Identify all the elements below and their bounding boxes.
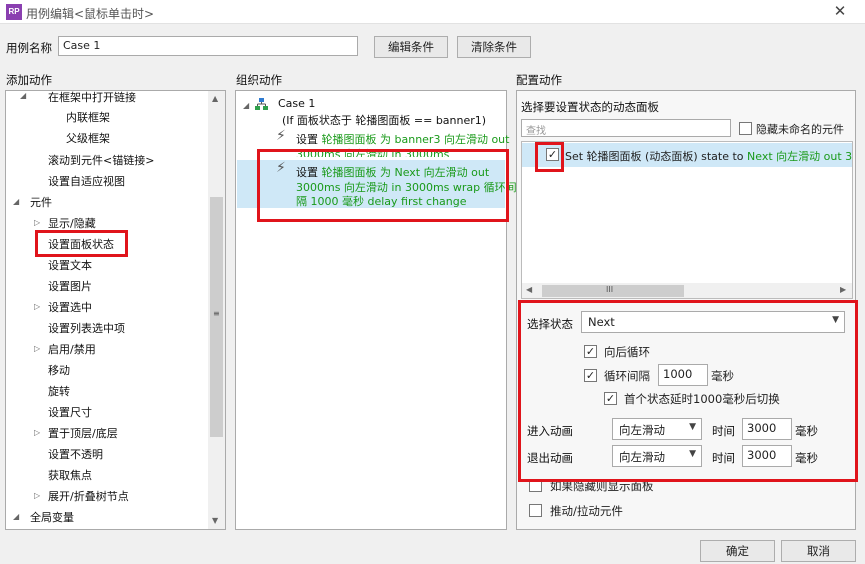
tree-item-inline-frame[interactable]: 内联框架: [66, 109, 110, 125]
tree-item-bring-front-back[interactable]: 置于顶层/底层: [48, 425, 118, 441]
hide-unnamed-checkbox[interactable]: [739, 122, 752, 135]
select-panel-label: 选择要设置状态的动态面板: [521, 100, 659, 114]
collapse-triangle-icon[interactable]: ▷: [34, 491, 40, 500]
collapse-triangle-icon[interactable]: ▷: [34, 218, 40, 227]
app-logo-icon: RP: [6, 4, 22, 20]
grip-icon: III: [606, 285, 614, 294]
add-action-tree[interactable]: ◢ 在框架中打开链接 内联框架 父级框架 滚动到元件<锚链接> 设置自适应视图 …: [5, 90, 226, 530]
case-title[interactable]: Case 1: [278, 97, 315, 110]
organize-action-header: 组织动作: [236, 73, 282, 87]
clear-condition-button[interactable]: 清除条件: [457, 36, 531, 58]
action-1-line-1[interactable]: 设置 轮播图面板 为 banner3 向左滑动 out: [296, 131, 509, 147]
vertical-scrollbar[interactable]: ▲ ≡ ▼: [208, 91, 225, 529]
collapse-triangle-icon[interactable]: ▷: [34, 428, 40, 437]
window-title: 用例编辑<鼠标单击时>: [26, 7, 155, 21]
tree-item-rotate[interactable]: 旋转: [48, 383, 70, 399]
scroll-down-icon[interactable]: ▼: [212, 516, 218, 525]
tree-item-set-list-selected[interactable]: 设置列表选中项: [48, 320, 125, 336]
scroll-up-icon[interactable]: ▲: [212, 94, 218, 103]
tree-item-set-text[interactable]: 设置文本: [48, 257, 92, 273]
expand-triangle-icon[interactable]: ◢: [243, 101, 249, 110]
add-action-header: 添加动作: [6, 73, 52, 87]
scroll-right-icon[interactable]: ▶: [840, 285, 846, 294]
case-name-input[interactable]: Case 1: [58, 36, 358, 56]
scroll-left-icon[interactable]: ◀: [526, 285, 532, 294]
tree-item-parent-frame[interactable]: 父级框架: [66, 130, 110, 146]
dynamic-panel-row-text: Set 轮播图面板 (动态面板) state to Next 向左滑动 out …: [565, 150, 853, 163]
case-name-label: 用例名称: [6, 41, 52, 55]
close-icon[interactable]: ✕: [830, 2, 850, 20]
tree-item-open-in-frame[interactable]: 在框架中打开链接: [48, 89, 136, 105]
highlight-state-config: [518, 300, 858, 482]
grip-icon: ≡: [213, 309, 220, 318]
ok-button[interactable]: 确定: [700, 540, 775, 562]
tree-item-set-selected[interactable]: 设置选中: [48, 299, 92, 315]
tree-item-move[interactable]: 移动: [48, 362, 70, 378]
push-pull-label: 推动/拉动元件: [550, 504, 623, 518]
case-condition: (If 面板状态于 轮播图面板 == banner1): [282, 114, 487, 127]
tree-item-set-opacity[interactable]: 设置不透明: [48, 446, 103, 462]
hide-unnamed-label: 隐藏未命名的元件: [756, 123, 844, 136]
expand-triangle-icon[interactable]: ◢: [20, 91, 26, 100]
tree-item-expand-collapse-tree[interactable]: 展开/折叠树节点: [48, 488, 129, 504]
collapse-triangle-icon[interactable]: ▷: [34, 302, 40, 311]
search-input[interactable]: 查找: [521, 119, 731, 137]
edit-condition-button[interactable]: 编辑条件: [374, 36, 448, 58]
tree-item-set-size[interactable]: 设置尺寸: [48, 404, 92, 420]
tree-item-widgets[interactable]: 元件: [30, 194, 52, 210]
highlight-selected-action: [257, 149, 509, 222]
push-pull-checkbox[interactable]: [529, 504, 542, 517]
tree-item-set-adaptive-view[interactable]: 设置自适应视图: [48, 173, 125, 189]
highlight-set-panel-state: [35, 230, 128, 257]
expand-triangle-icon[interactable]: ◢: [13, 512, 19, 521]
horizontal-scrollbar[interactable]: ◀ III ▶: [522, 283, 852, 298]
cancel-button[interactable]: 取消: [781, 540, 856, 562]
tree-item-scroll-to-widget[interactable]: 滚动到元件<锚链接>: [48, 152, 154, 168]
lightning-icon: ⚡: [276, 128, 286, 144]
collapse-triangle-icon[interactable]: ▷: [34, 344, 40, 353]
configure-action-header: 配置动作: [516, 73, 562, 87]
dynamic-panel-list[interactable]: ✓ Set 轮播图面板 (动态面板) state to Next 向左滑动 ou…: [521, 141, 853, 299]
expand-triangle-icon[interactable]: ◢: [13, 197, 19, 206]
tree-item-focus[interactable]: 获取焦点: [48, 467, 92, 483]
tree-item-enable-disable[interactable]: 启用/禁用: [48, 341, 96, 357]
tree-item-show-hide[interactable]: 显示/隐藏: [48, 215, 96, 231]
highlight-panel-checkbox: [535, 142, 564, 172]
tree-item-set-image[interactable]: 设置图片: [48, 278, 92, 294]
tree-item-global-variables[interactable]: 全局变量: [30, 509, 74, 525]
case-node-icon: [255, 98, 268, 110]
